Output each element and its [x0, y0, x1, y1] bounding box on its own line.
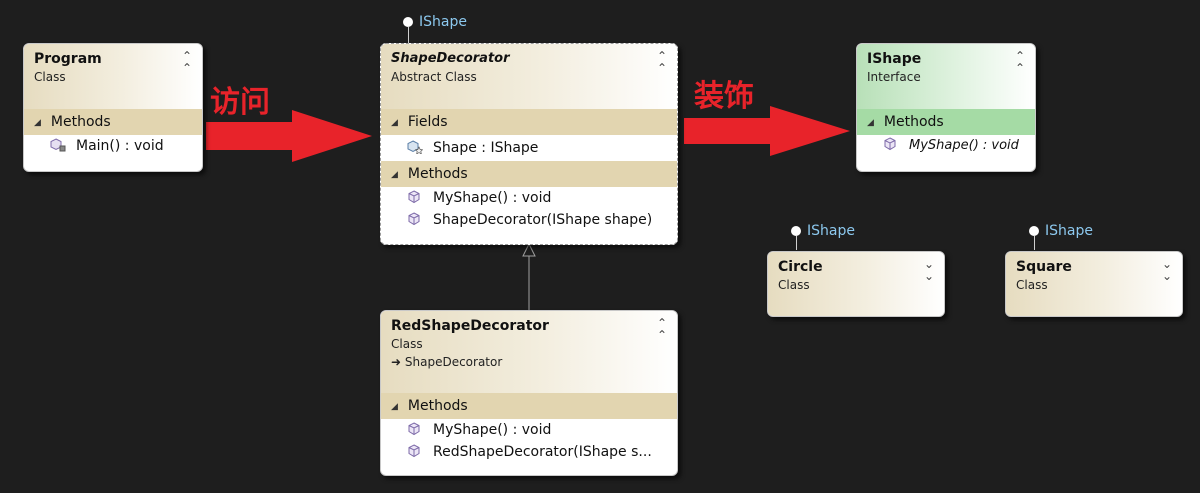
method-icon: [408, 190, 420, 204]
class-kind: Class: [391, 337, 423, 351]
square-header: Square Class ⌄ ⌄: [1006, 252, 1182, 316]
expand-triangle-icon[interactable]: ◢: [391, 394, 398, 420]
lollipop-label: IShape: [1045, 223, 1093, 239]
section-label: Methods: [407, 166, 468, 182]
method-row[interactable]: Main() : void: [24, 135, 202, 157]
shapedecorator-class-box[interactable]: ShapeDecorator Abstract Class ⌃ ⌃ ◢ Fields…: [380, 43, 678, 245]
ishape-header: IShape Interface ⌃ ⌃: [857, 44, 1035, 109]
redshapedecorator-class-box[interactable]: RedShapeDecorator Class ➜ ShapeDecorator…: [380, 310, 678, 476]
expand-triangle-icon[interactable]: ◢: [34, 110, 41, 136]
interface-name: IShape: [867, 51, 922, 67]
interface-lollipop-icon: [791, 226, 801, 236]
collapse-icon[interactable]: ⌃ ⌃: [182, 50, 192, 74]
method-icon: [408, 212, 420, 226]
method-signature: Main() : void: [76, 138, 164, 154]
section-label: Methods: [883, 114, 944, 130]
section-label: Methods: [407, 398, 468, 414]
fields-section-header[interactable]: ◢ Fields: [381, 109, 677, 135]
method-row[interactable]: ShapeDecorator(IShape shape): [381, 209, 677, 231]
inheritance-arrowhead: [522, 242, 536, 257]
method-signature: MyShape() : void: [909, 138, 1019, 153]
method-row[interactable]: MyShape() : void: [857, 135, 1035, 157]
base-class: ➜ ShapeDecorator: [391, 353, 667, 371]
program-header: Program Class ⌃ ⌃: [24, 44, 202, 109]
method-row[interactable]: MyShape() : void: [381, 419, 677, 441]
method-signature: MyShape() : void: [433, 422, 552, 438]
method-signature: ShapeDecorator(IShape shape): [433, 212, 653, 228]
section-label: Methods: [50, 114, 111, 130]
field-row[interactable]: Shape : IShape: [381, 135, 677, 161]
class-kind: Class: [1016, 278, 1048, 292]
class-kind: Class: [778, 278, 810, 292]
method-row[interactable]: MyShape() : void: [381, 187, 677, 209]
field-signature: Shape : IShape: [433, 140, 539, 156]
ishape-interface-box[interactable]: IShape Interface ⌃ ⌃ ◢ Methods MyShape() :…: [856, 43, 1036, 172]
method-icon: [408, 422, 420, 436]
class-name: RedShapeDecorator: [391, 318, 549, 334]
methods-section-header[interactable]: ◢ Methods: [857, 109, 1035, 135]
interface-kind: Interface: [867, 70, 921, 84]
expand-triangle-icon[interactable]: ◢: [391, 110, 398, 136]
square-class-box[interactable]: Square Class ⌄ ⌄: [1005, 251, 1183, 317]
class-kind: Class: [34, 70, 66, 84]
methods-section-header[interactable]: ◢ Methods: [24, 109, 202, 135]
private-method-icon: [50, 138, 66, 152]
method-icon: [884, 137, 896, 151]
class-kind: Abstract Class: [391, 70, 477, 84]
expand-triangle-icon[interactable]: ◢: [391, 162, 398, 188]
expand-icon[interactable]: ⌄ ⌄: [1162, 258, 1172, 282]
class-name: Circle: [778, 259, 823, 275]
protected-field-icon: [407, 140, 423, 154]
method-row[interactable]: RedShapeDecorator(IShape s...: [381, 441, 677, 463]
collapse-icon[interactable]: ⌃ ⌃: [657, 317, 667, 341]
circle-interface-lollipop: IShape: [791, 223, 855, 250]
interface-lollipop-icon: [1029, 226, 1039, 236]
visit-label: 访问: [210, 85, 270, 120]
class-name: Square: [1016, 259, 1072, 275]
collapse-icon[interactable]: ⌃ ⌃: [1015, 50, 1025, 74]
method-signature: RedShapeDecorator(IShape s...: [433, 444, 652, 460]
circle-class-box[interactable]: Circle Class ⌄ ⌄: [767, 251, 945, 317]
expand-icon[interactable]: ⌄ ⌄: [924, 258, 934, 282]
lollipop-label: IShape: [807, 223, 855, 239]
method-signature: MyShape() : void: [433, 190, 552, 206]
methods-section-header[interactable]: ◢ Methods: [381, 393, 677, 419]
redshapedecorator-header: RedShapeDecorator Class ➜ ShapeDecorator…: [381, 311, 677, 393]
expand-triangle-icon[interactable]: ◢: [867, 110, 874, 136]
class-name: ShapeDecorator: [391, 51, 510, 66]
collapse-icon[interactable]: ⌃ ⌃: [657, 50, 667, 74]
interface-lollipop-icon: [403, 17, 413, 27]
shapedecorator-interface-lollipop: IShape: [403, 14, 467, 43]
section-label: Fields: [407, 114, 448, 130]
circle-header: Circle Class ⌄ ⌄: [768, 252, 944, 316]
lollipop-label: IShape: [419, 14, 467, 30]
program-class-box[interactable]: Program Class ⌃ ⌃ ◢ Methods Main() : void: [23, 43, 203, 172]
methods-section-header[interactable]: ◢ Methods: [381, 161, 677, 187]
decorate-label: 装饰: [694, 79, 754, 114]
base-class-name: ShapeDecorator: [404, 355, 503, 369]
inherits-arrow-icon: ➜: [391, 355, 405, 369]
square-interface-lollipop: IShape: [1029, 223, 1093, 250]
shapedecorator-header: ShapeDecorator Abstract Class ⌃ ⌃: [381, 44, 677, 109]
method-icon: [408, 444, 420, 458]
class-name: Program: [34, 51, 102, 67]
